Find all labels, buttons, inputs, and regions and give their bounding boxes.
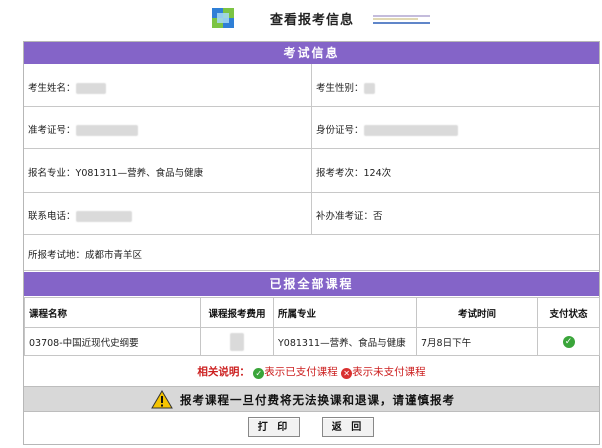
phone-field: 联系电话： [28, 208, 132, 222]
student-gender-redacted [363, 83, 375, 94]
col-course-fee: 课程报考费用 [200, 297, 274, 328]
legend-key: 相关说明： [197, 366, 250, 378]
major-label: 报名专业： [28, 168, 76, 179]
legend-paid-text: 表示已支付课程 [264, 366, 338, 378]
student-gender-label: 考生性别： [316, 83, 364, 94]
legend-note: 相关说明： ✓ 表示已支付课程 ✕ 表示未支付课程 [24, 358, 599, 387]
phone-redacted [75, 211, 132, 222]
column-divider [311, 64, 312, 235]
student-gender-field: 考生性别： [316, 80, 375, 94]
header-decoration [373, 15, 430, 24]
course-major-cell: Y081311—营养、食品与健康 [273, 327, 417, 356]
col-payment-status: 支付状态 [537, 297, 600, 328]
major-field: 报名专业：Y081311—营养、食品与健康 [28, 165, 203, 179]
student-name-redacted [75, 83, 106, 94]
table-row: 03708-中国近现代史纲要 Y081311—营养、食品与健康 7月8日下午 ✓ [24, 327, 600, 356]
ticket-number-label: 准考证号： [28, 125, 76, 136]
col-course-name: 课程名称 [24, 297, 201, 328]
reissue-ticket-label: 补办准考证： [316, 211, 374, 222]
page-header: 查看报考信息 [0, 0, 602, 36]
ticket-number-field: 准考证号： [28, 122, 138, 136]
col-exam-time: 考试时间 [416, 297, 538, 328]
back-button[interactable]: 返 回 [322, 417, 374, 437]
exam-time-cell: 7月8日下午 [416, 327, 538, 356]
id-number-redacted [363, 125, 458, 136]
warning-bar: 报考课程一旦付费将无法换课和退课，请谨慎报考 [24, 386, 599, 412]
reissue-ticket-field: 补办准考证：否 [316, 208, 383, 222]
app-logo-icon [212, 8, 234, 28]
exam-location-label: 所报考试地： [28, 250, 86, 261]
reissue-ticket-value: 否 [373, 211, 383, 222]
exam-location-value: 成都市青羊区 [85, 250, 143, 261]
ticket-number-redacted [75, 125, 138, 136]
col-major: 所属专业 [273, 297, 417, 328]
courses-table-header-row: 课程名称 课程报考费用 所属专业 考试时间 支付状态 [24, 297, 600, 328]
course-fee-cell [200, 327, 274, 356]
course-name-cell: 03708-中国近现代史纲要 [24, 327, 201, 356]
unpaid-cross-icon: ✕ [341, 368, 353, 379]
phone-label: 联系电话： [28, 211, 76, 222]
exam-info-header: 考试信息 [24, 42, 599, 64]
warning-icon [151, 390, 173, 409]
page-title: 查看报考信息 [270, 13, 355, 28]
student-name-label: 考生姓名： [28, 83, 76, 94]
id-number-field: 身份证号： [316, 122, 458, 136]
courses-header: 已报全部课程 [24, 272, 599, 296]
id-number-label: 身份证号： [316, 125, 364, 136]
payment-status-cell: ✓ [537, 327, 600, 356]
major-value: Y081311—营养、食品与健康 [75, 168, 204, 179]
legend-unpaid-text: 表示未支付课程 [352, 366, 426, 378]
courses-table: 课程名称 课程报考费用 所属专业 考试时间 支付状态 03708-中国近现代史纲… [24, 297, 600, 356]
exam-count-field: 报考考次：124次 [316, 165, 391, 179]
exam-count-label: 报考考次： [316, 168, 364, 179]
print-button[interactable]: 打 印 [248, 417, 300, 437]
exam-count-value: 124次 [363, 168, 392, 179]
exam-location-field: 所报考试地：成都市青羊区 [28, 247, 142, 261]
warning-text: 报考课程一旦付费将无法换课和退课，请谨慎报考 [180, 393, 455, 407]
student-name-field: 考生姓名： [28, 80, 106, 94]
paid-check-icon: ✓ [253, 368, 265, 379]
paid-check-icon: ✓ [562, 335, 575, 348]
course-fee-redacted [230, 332, 244, 351]
